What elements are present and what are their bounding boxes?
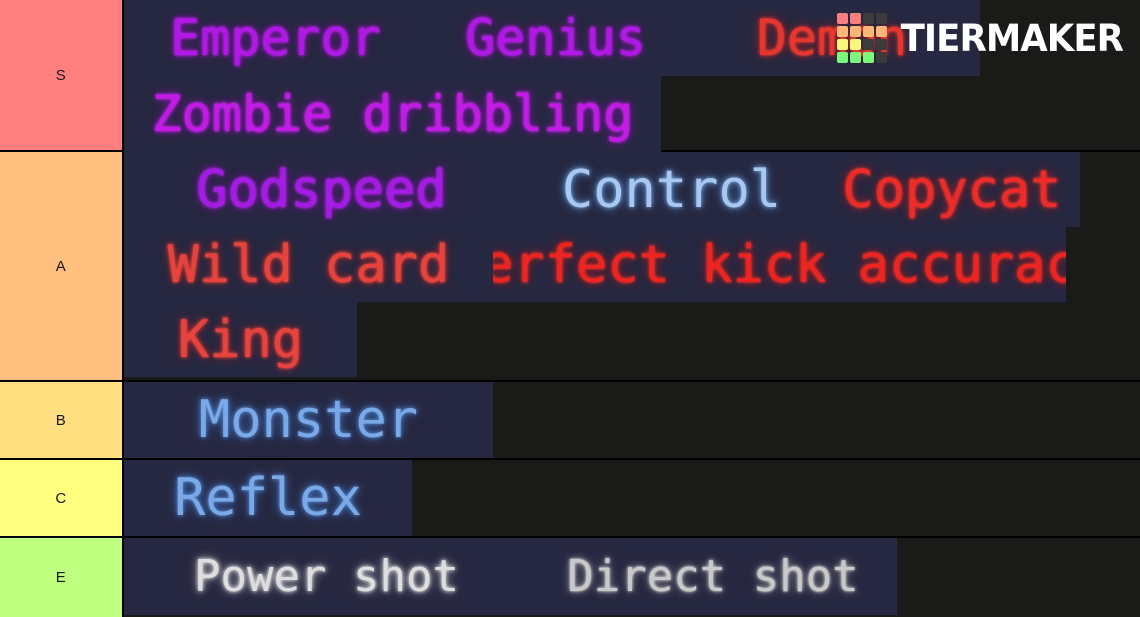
tier-label-e[interactable]: E <box>0 538 124 617</box>
tier-items-b[interactable]: Monster <box>124 382 1140 458</box>
tier-item[interactable]: Zombie dribbling <box>124 76 661 152</box>
tier-items-c[interactable]: Reflex <box>124 460 1140 536</box>
tier-item[interactable]: Power shot <box>124 538 529 615</box>
tier-items-a[interactable]: Godspeed Control Copycat Wild card Perfe… <box>124 152 1140 380</box>
tier-items-e[interactable]: Power shot Direct shot <box>124 538 1140 617</box>
tier-item[interactable]: Genius <box>427 0 684 76</box>
tier-list-board: S Emperor Genius Demon Zombie dribbling … <box>0 0 1140 617</box>
tier-label-b[interactable]: B <box>0 382 124 458</box>
tier-row-e: E Power shot Direct shot <box>0 538 1140 617</box>
tier-item-line: King <box>124 302 1140 377</box>
tier-item[interactable]: Direct shot <box>529 538 897 615</box>
tier-item[interactable]: Monster <box>124 382 493 458</box>
tier-item-line: Reflex <box>124 460 1140 536</box>
tier-item[interactable]: Perfect kick accuracy <box>493 227 1066 302</box>
tier-row-c: C Reflex <box>0 460 1140 538</box>
tier-item[interactable]: Wild card <box>124 227 493 302</box>
tier-item[interactable]: Demon <box>684 0 980 76</box>
tier-item-line: Wild card Perfect kick accuracy <box>124 227 1140 302</box>
tier-row-a: A Godspeed Control Copycat Wild card Per… <box>0 152 1140 382</box>
tier-label-a[interactable]: A <box>0 152 124 380</box>
tier-item[interactable]: King <box>124 302 357 377</box>
tier-item-line: Monster <box>124 382 1140 458</box>
tier-item[interactable]: Copycat <box>824 152 1080 227</box>
tier-item-line: Zombie dribbling <box>124 76 1140 152</box>
tier-label-s[interactable]: S <box>0 0 124 150</box>
tier-item-line: Emperor Genius Demon <box>124 0 1140 76</box>
tier-row-b: B Monster <box>0 382 1140 460</box>
tier-items-s[interactable]: Emperor Genius Demon Zombie dribbling <box>124 0 1140 152</box>
tier-item-line: Power shot Direct shot <box>124 538 1140 615</box>
tier-item[interactable]: Godspeed <box>124 152 519 227</box>
tier-item-line: Godspeed Control Copycat <box>124 152 1140 227</box>
tier-item[interactable]: Emperor <box>124 0 427 76</box>
tier-item[interactable]: Control <box>519 152 824 227</box>
tier-item[interactable]: Reflex <box>124 460 412 536</box>
tier-row-s: S Emperor Genius Demon Zombie dribbling <box>0 0 1140 152</box>
tier-label-c[interactable]: C <box>0 460 124 536</box>
